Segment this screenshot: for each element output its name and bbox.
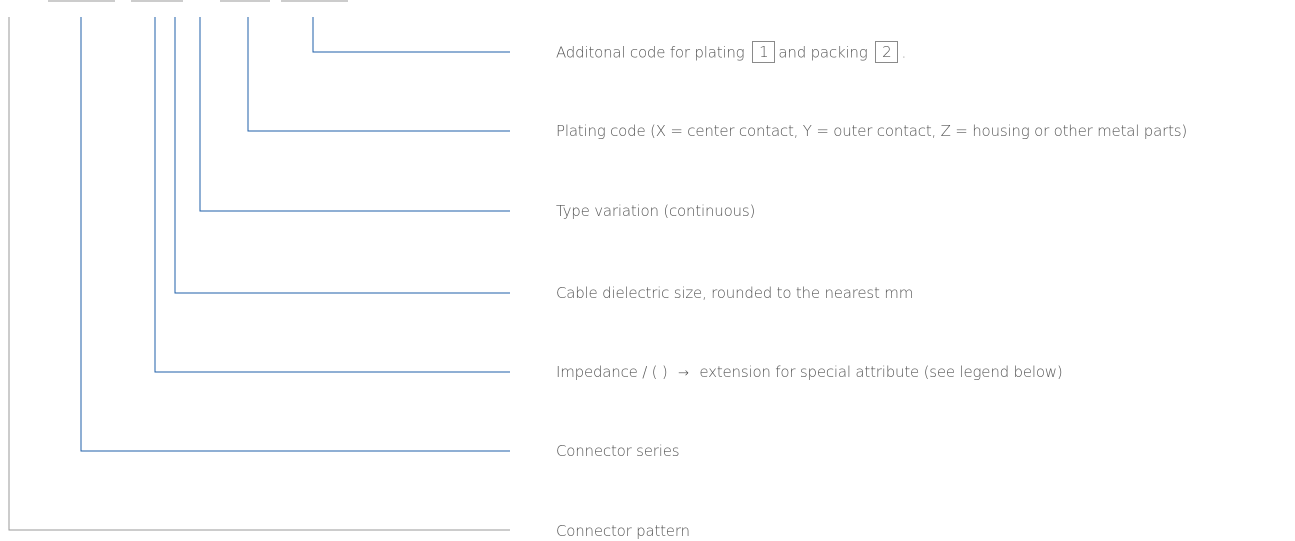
leader-line-connector-series [80, 17, 510, 452]
additional-code-middle: and packing [778, 43, 868, 62]
label-connector-series: Connector series [556, 442, 680, 460]
leader-line-cable-dielectric [174, 17, 510, 294]
additional-code-prefix: Additonal code for plating [556, 43, 745, 62]
leader-line-plating-code [247, 17, 510, 132]
label-impedance: Impedance / ( ) → extension for special … [556, 362, 1063, 384]
leader-line-connector-pattern [8, 17, 510, 531]
packing-box: 2 [875, 41, 899, 63]
leader-line-additional-code [312, 17, 510, 53]
label-cable-dielectric: Cable dielectric size, rounded to the ne… [556, 284, 914, 302]
right-arrow-icon: → [678, 366, 689, 381]
plating-box: 1 [752, 41, 776, 63]
label-additional-code: Additonal code for plating 1 and packing … [556, 41, 907, 64]
leader-line-impedance [154, 17, 510, 373]
impedance-prefix: Impedance / ( ) [556, 363, 668, 381]
additional-code-suffix: . [901, 43, 907, 62]
leader-lines [8, 17, 510, 531]
label-type-variation: Type variation (continuous) [556, 202, 756, 220]
label-connector-pattern: Connector pattern [556, 522, 690, 540]
label-plating-code: Plating code (X = center contact, Y = ou… [556, 122, 1188, 140]
impedance-suffix: extension for special attribute (see leg… [699, 363, 1063, 381]
leader-line-type-variation [199, 17, 510, 212]
